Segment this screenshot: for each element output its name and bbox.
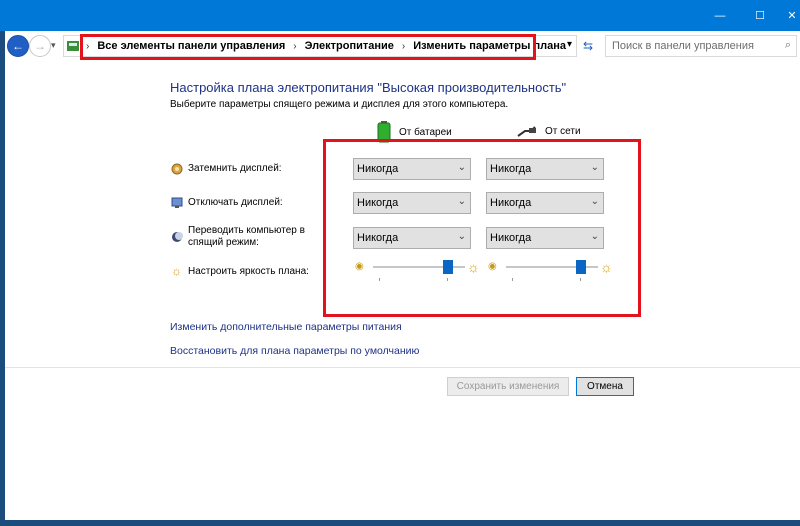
page-title: Настройка плана электропитания "Высокая … <box>170 80 567 95</box>
advanced-settings-link[interactable]: Изменить дополнительные параметры питани… <box>170 321 402 333</box>
brightness-label: Настроить яркость плана: <box>188 266 309 277</box>
minimize-button[interactable]: — <box>704 0 736 31</box>
back-button[interactable]: ← <box>7 35 29 57</box>
cancel-button[interactable]: Отмена <box>576 377 634 396</box>
control-panel-icon <box>67 41 79 51</box>
highlight-box-address <box>80 34 536 60</box>
forward-button[interactable]: → <box>29 35 51 57</box>
address-bar: ← → ▾ › Все элементы панели управления ›… <box>5 31 800 62</box>
control-panel-window: ← → ▾ › Все элементы панели управления ›… <box>5 31 800 520</box>
address-dropdown-button[interactable]: ▾ <box>567 39 572 50</box>
sleep-icon <box>172 232 183 242</box>
search-icon: ⌕ <box>784 39 791 51</box>
save-button[interactable]: Сохранить изменения <box>447 377 569 396</box>
display-off-icon <box>171 197 183 208</box>
power-plug-icon <box>517 126 536 137</box>
restore-defaults-link[interactable]: Восстановить для плана параметры по умол… <box>170 345 419 357</box>
divider <box>5 367 800 368</box>
refresh-button[interactable]: ⇆ <box>583 39 593 53</box>
column-plugged: От сети <box>517 125 581 137</box>
recent-pages-dropdown[interactable]: ▾ <box>51 40 56 51</box>
title-bar: — ☐ ✕ <box>0 0 800 31</box>
arrow-right-icon: → <box>34 39 46 53</box>
page-subtitle: Выберите параметры спящего режима и дисп… <box>170 99 509 110</box>
sleep-label: Переводить компьютер в спящий режим: <box>188 225 305 248</box>
close-button[interactable]: ✕ <box>776 0 800 31</box>
refresh-icon: ⇆ <box>583 39 594 53</box>
search-input[interactable]: Поиск в панели управления ⌕ <box>605 35 797 57</box>
display-off-label: Отключать дисплей: <box>188 197 283 208</box>
dim-display-icon <box>171 163 183 175</box>
arrow-left-icon: ← <box>12 39 24 53</box>
brightness-icon: ☼ <box>171 264 182 278</box>
maximize-button[interactable]: ☐ <box>744 0 776 31</box>
highlight-box-settings <box>323 139 641 317</box>
dim-display-label: Затемнить дисплей: <box>188 163 282 174</box>
